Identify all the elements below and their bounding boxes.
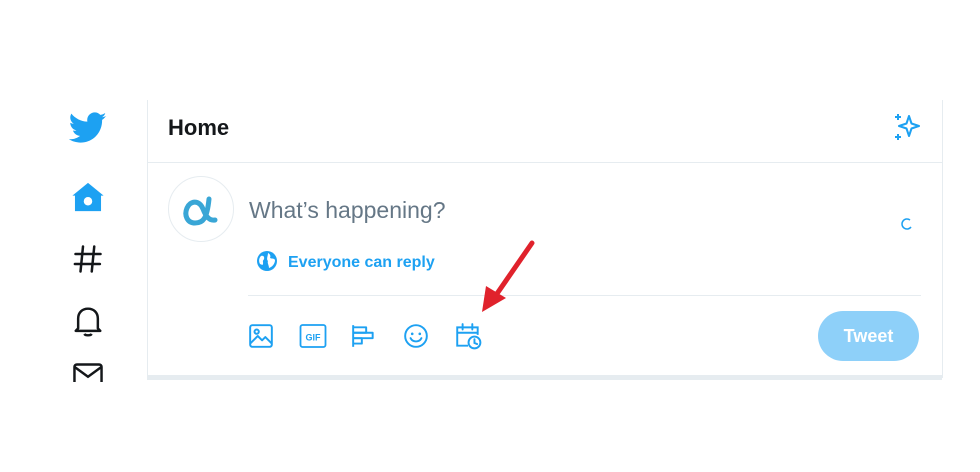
header-divider (147, 162, 942, 163)
panel-bottom-border (147, 375, 942, 380)
gif-label: GIF (306, 333, 322, 343)
poll-icon[interactable] (350, 322, 378, 350)
compose-divider (248, 295, 921, 296)
emoji-icon[interactable] (402, 322, 430, 350)
avatar[interactable] (168, 176, 234, 242)
compose-tweet-input[interactable] (249, 197, 849, 224)
home-icon[interactable] (66, 177, 110, 217)
media-icon[interactable] (247, 322, 275, 350)
explore-hashtag-icon[interactable] (66, 239, 110, 279)
notifications-bell-icon[interactable] (66, 301, 110, 341)
reply-setting-button[interactable]: Everyone can reply (256, 250, 435, 277)
sparkle-icon[interactable] (890, 110, 924, 144)
loading-spinner-icon (900, 217, 914, 231)
twitter-logo-icon[interactable] (66, 108, 110, 148)
tweet-button[interactable]: Tweet (818, 311, 919, 361)
schedule-icon[interactable] (454, 322, 482, 350)
annotation-arrow-icon (476, 238, 540, 323)
gif-icon[interactable]: GIF (299, 322, 327, 350)
globe-icon (256, 250, 278, 277)
page-title: Home (168, 115, 230, 140)
messages-envelope-icon[interactable] (66, 358, 110, 382)
reply-setting-label: Everyone can reply (288, 254, 435, 271)
